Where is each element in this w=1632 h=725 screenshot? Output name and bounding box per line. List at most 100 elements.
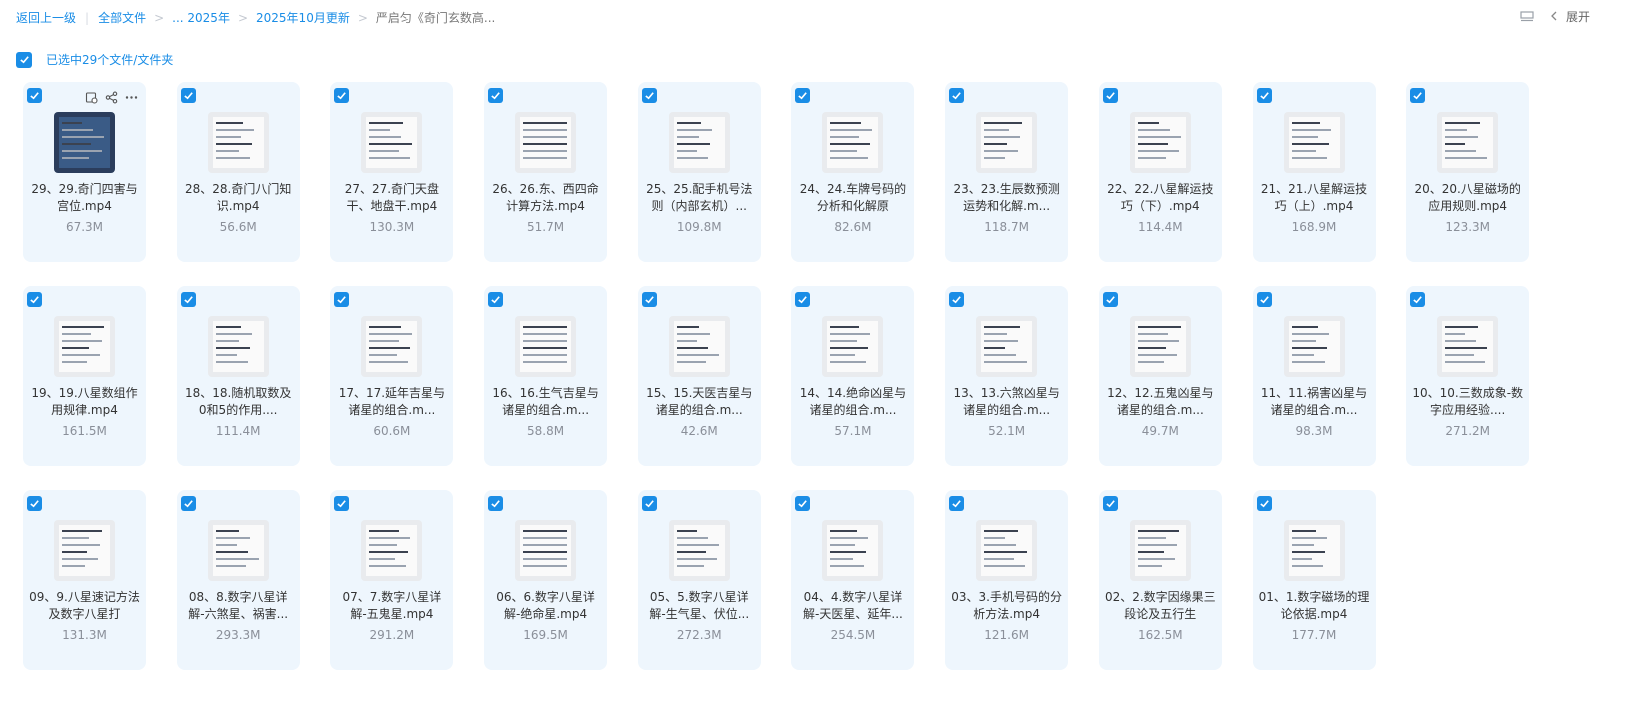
save-to-disk-icon[interactable] (84, 90, 98, 104)
file-checkbox[interactable] (1102, 88, 1118, 103)
file-checkbox[interactable] (180, 292, 196, 307)
file-checkbox[interactable] (1410, 88, 1426, 103)
thumbnail-text-line (369, 143, 413, 145)
file-checkbox[interactable] (488, 292, 504, 307)
file-name: 03、3.手机号码的分析方法.mp4 (951, 590, 1062, 621)
thumbnail-text-line (1137, 340, 1179, 342)
list-view-icon[interactable] (1520, 10, 1534, 23)
file-checkbox[interactable] (1256, 496, 1272, 511)
thumbnail-text-line (1445, 347, 1488, 349)
file-checkbox[interactable] (334, 496, 350, 511)
thumbnail-text-line (369, 544, 398, 546)
file-checkbox[interactable] (641, 88, 657, 103)
file-card[interactable]: 23、23.生辰数预测运势和化解.m... 118.7M (945, 82, 1069, 262)
file-checkbox[interactable] (27, 292, 42, 307)
file-size: 82.6M (834, 220, 872, 234)
thumbnail-text-line (215, 143, 252, 145)
file-card[interactable]: 03、3.手机号码的分析方法.mp4 121.6M (945, 490, 1069, 670)
file-checkbox[interactable] (1410, 292, 1426, 307)
file-checkbox[interactable] (949, 88, 965, 103)
thumbnail-text-line (1291, 544, 1314, 546)
file-checkbox[interactable] (641, 292, 657, 307)
back-link[interactable]: 返回上一级 (16, 9, 76, 26)
file-card[interactable]: 13、13.六煞凶星与诸星的组合.m... 52.1M (945, 286, 1069, 466)
file-size: 98.3M (1295, 424, 1333, 438)
file-card[interactable]: 27、27.奇门天盘干、地盘干.mp4 130.3M (330, 82, 454, 262)
file-card[interactable]: 26、26.东、西四命计算方法.mp4 51.7M (484, 82, 608, 262)
thumbnail-text-line (676, 150, 697, 152)
file-checkbox[interactable] (27, 496, 42, 511)
file-card[interactable]: 09、9.八星速记方法及数字八星打 131.3M (23, 490, 146, 670)
breadcrumb-year[interactable]: ... 2025年 (172, 9, 230, 26)
thumbnail-text-line (215, 347, 250, 349)
select-all-checkbox[interactable] (16, 51, 32, 68)
file-checkbox[interactable] (1102, 496, 1118, 511)
file-card[interactable]: 02、2.数字因缘果三段论及五行生 162.5M (1098, 490, 1222, 670)
thumbnail-text-line (369, 361, 409, 363)
thumbnail-text-line (1445, 157, 1488, 159)
file-checkbox[interactable] (795, 496, 811, 511)
thumbnail-text-line (676, 143, 710, 145)
file-checkbox[interactable] (334, 292, 350, 307)
file-card[interactable]: 29、29.奇门四害与宫位.mp4 67.3M (23, 82, 146, 262)
file-card[interactable]: 18、18.随机取数及0和5的作用.... 111.4M (176, 286, 300, 466)
thumbnail-text-line (1445, 143, 1466, 145)
file-checkbox[interactable] (334, 88, 350, 103)
file-checkbox[interactable] (795, 292, 811, 307)
file-checkbox[interactable] (949, 496, 965, 511)
file-card[interactable]: 12、12.五鬼凶星与诸星的组合.m... 49.7M (1098, 286, 1222, 466)
file-name: 17、17.延年吉星与诸星的组合.m... (338, 386, 446, 417)
chevron-left-icon (1550, 10, 1558, 24)
file-checkbox[interactable] (1102, 292, 1118, 307)
file-card[interactable]: 14、14.绝命凶星与诸星的组合.m... 57.1M (791, 286, 915, 466)
file-name: 19、19.八星数组作用规律.mp4 (31, 386, 138, 417)
file-checkbox[interactable] (180, 88, 196, 103)
file-card[interactable]: 10、10.三数成象-数字应用经验.... 271.2M (1406, 286, 1530, 466)
video-thumbnail (361, 112, 423, 173)
file-card[interactable]: 17、17.延年吉星与诸星的组合.m... 60.6M (330, 286, 454, 466)
file-checkbox[interactable] (1256, 292, 1272, 307)
thumbnail-text-line (1291, 537, 1327, 539)
thumbnail-text-line (830, 333, 871, 335)
file-card[interactable]: 06、6.数字八星详解-绝命星.mp4 169.5M (484, 490, 608, 670)
file-card[interactable]: 07、7.数字八星详解-五鬼星.mp4 291.2M (330, 490, 454, 670)
file-checkbox[interactable] (180, 496, 196, 511)
video-thumbnail (1129, 316, 1191, 377)
file-card[interactable]: 08、8.数字八星详解-六煞星、祸害... 293.3M (176, 490, 300, 670)
more-icon[interactable] (124, 90, 138, 104)
file-name: 22、22.八星解运技巧（下）.mp4 (1107, 182, 1214, 213)
file-card[interactable]: 15、15.天医吉星与诸星的组合.m... 42.6M (637, 286, 761, 466)
file-card[interactable]: 28、28.奇门八门知识.mp4 56.6M (176, 82, 300, 262)
file-card[interactable]: 19、19.八星数组作用规律.mp4 161.5M (23, 286, 146, 466)
thumbnail-text-line (1291, 136, 1318, 138)
thumbnail-text-line (523, 333, 568, 335)
top-bar: 返回上一级 | 全部文件 > ... 2025年 > 2025年10月更新 > … (0, 0, 1632, 34)
file-card[interactable]: 01、1.数字磁场的理论依据.mp4 177.7M (1252, 490, 1376, 670)
file-card[interactable]: 11、11.祸害凶星与诸星的组合.m... 98.3M (1252, 286, 1376, 466)
thumbnail-text-line (523, 129, 568, 131)
file-card[interactable]: 20、20.八星磁场的应用规则.mp4 123.3M (1406, 82, 1530, 262)
expand-button[interactable]: 展开 (1550, 8, 1590, 25)
share-icon[interactable] (104, 90, 118, 104)
breadcrumb-all-files[interactable]: 全部文件 (98, 9, 146, 26)
file-card[interactable]: 21、21.八星解运技巧（上）.mp4 168.9M (1252, 82, 1376, 262)
file-checkbox[interactable] (488, 496, 504, 511)
file-size: 56.6M (219, 220, 257, 234)
video-thumbnail (54, 316, 115, 377)
file-checkbox[interactable] (795, 88, 811, 103)
file-card[interactable]: 22、22.八星解运技巧（下）.mp4 114.4M (1098, 82, 1222, 262)
thumbnail-text-line (1291, 354, 1314, 356)
file-card[interactable]: 16、16.生气吉星与诸星的组合.m... 58.8M (484, 286, 608, 466)
file-checkbox[interactable] (949, 292, 965, 307)
file-checkbox[interactable] (641, 496, 657, 511)
file-name: 06、6.数字八星详解-绝命星.mp4 (496, 590, 595, 621)
file-card[interactable]: 04、4.数字八星详解-天医星、延年... 254.5M (791, 490, 915, 670)
file-checkbox[interactable] (488, 88, 504, 103)
file-card[interactable]: 05、5.数字八星详解-生气星、伏位... 272.3M (637, 490, 761, 670)
thumbnail-text-line (1291, 150, 1316, 152)
file-card[interactable]: 24、24.车牌号码的分析和化解原 82.6M (791, 82, 915, 262)
file-checkbox[interactable] (27, 88, 42, 103)
file-checkbox[interactable] (1256, 88, 1272, 103)
file-card[interactable]: 25、25.配手机号法则（内部玄机）... 109.8M (637, 82, 761, 262)
breadcrumb-month[interactable]: 2025年10月更新 (256, 9, 350, 26)
